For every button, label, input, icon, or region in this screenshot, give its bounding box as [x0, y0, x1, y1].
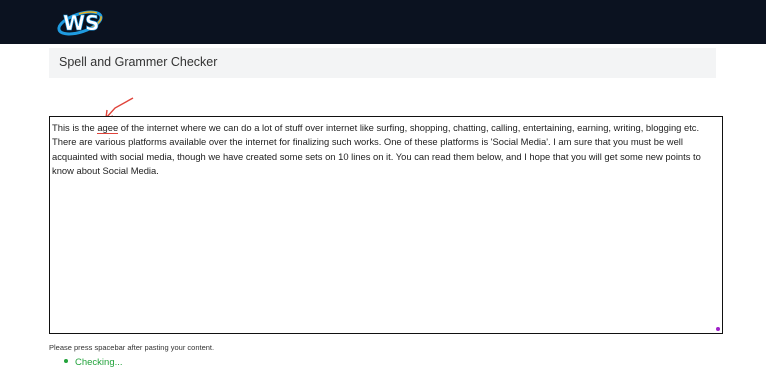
- content-editor[interactable]: This is the agee of the internet where w…: [49, 116, 723, 334]
- text-before-error: This is the: [52, 122, 98, 133]
- ws-logo-icon[interactable]: WS: [55, 4, 105, 40]
- bullet-icon: [64, 359, 68, 364]
- top-navbar: WS: [0, 0, 766, 44]
- editor-text: This is the agee of the internet where w…: [52, 121, 720, 179]
- resize-handle[interactable]: [716, 327, 720, 331]
- misspelled-word[interactable]: agee: [97, 122, 119, 134]
- page-title-bar: Spell and Grammer Checker: [49, 48, 716, 78]
- page-title: Spell and Grammer Checker: [59, 55, 218, 69]
- text-after-error: of the internet where we can do a lot of…: [52, 122, 701, 177]
- status-text: Checking...: [75, 357, 123, 368]
- logo-text: WS: [63, 11, 99, 35]
- status-item: Checking...: [64, 357, 123, 368]
- instruction-text: Please press spacebar after pasting your…: [49, 343, 215, 352]
